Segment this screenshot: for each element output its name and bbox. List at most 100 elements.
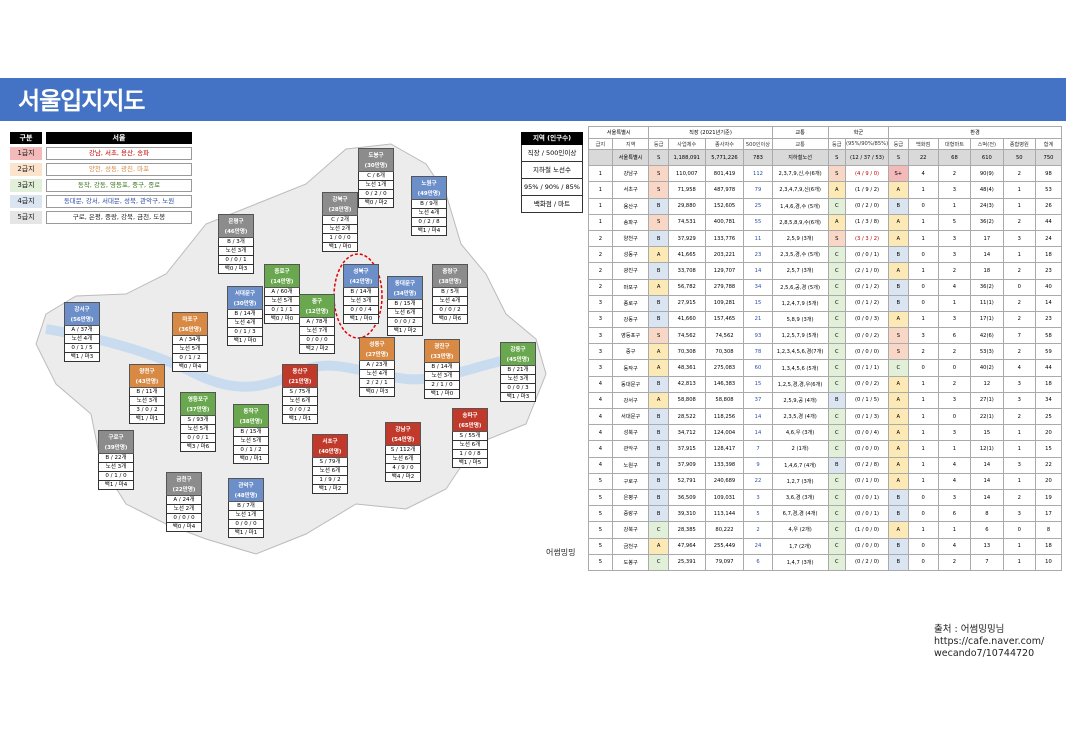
- table-cell: 18: [1034, 537, 1063, 555]
- district-stat: 노선 6개: [385, 455, 421, 464]
- district-stat: 0 / 1 / 2: [233, 446, 269, 455]
- table-cell: 20: [1034, 424, 1063, 442]
- table-cell: 24: [1034, 229, 1063, 248]
- table-cell: 110,007: [667, 165, 706, 183]
- table-cell: S: [827, 165, 846, 183]
- table-cell: 4: [937, 472, 972, 490]
- table-row: 5 도봉구 C 25,391 79,097 6 1,4,7 (3개) C (0 / 2 / 0)…: [588, 553, 1063, 571]
- column-header: (95%/90%/85%): [844, 138, 890, 150]
- district-label: 송파구: [462, 413, 478, 419]
- legend-key: 1급지: [10, 147, 42, 160]
- table-cell: 109,031: [704, 488, 745, 507]
- district-population: (40만명): [318, 449, 342, 455]
- district-box: 금천구 (22만명) A / 24개 노선 2개 0 / 0 / 0 백0 / 마4: [166, 472, 202, 532]
- table-row: 5 강북구 C 28,385 80,222 2 4,우 (2개) C (1 / 0 / 0) A 1…: [588, 521, 1063, 539]
- table-body: 서울특별시 S 1,188,091 5,771,226 783 지하철노선 S (12 / 3…: [588, 148, 1063, 571]
- table-cell: 783: [743, 148, 773, 167]
- table-cell: 0: [907, 294, 939, 312]
- table-cell: A: [888, 213, 909, 231]
- table-cell: S: [648, 213, 669, 231]
- table-cell: A: [888, 521, 909, 539]
- table-cell: 98: [1034, 165, 1063, 183]
- table-cell: C: [827, 472, 846, 490]
- table-cell: 5: [588, 488, 613, 507]
- district-label: 은평구: [228, 219, 244, 225]
- district-box: 용산구 (21만명) S / 75개 노선 6개 0 / 0 / 2 백1 / 마1: [282, 364, 318, 424]
- district-label: 동작구: [243, 409, 259, 415]
- table-cell: 37: [743, 391, 773, 410]
- table-cell: 마포구: [611, 278, 650, 296]
- district-stat: 0 / 0 / 1: [218, 256, 254, 265]
- district-box: 종로구 (14만명) A / 60개 노선 5개 0 / 1 / 1 백0 / 마0: [264, 264, 300, 324]
- table-cell: B: [888, 294, 909, 312]
- table-cell: 2: [937, 165, 972, 183]
- district-stat: 노선 6개: [452, 441, 488, 450]
- district-population: (14만명): [270, 279, 294, 285]
- district-stat: 0 / 0 / 0: [228, 520, 264, 529]
- district-population: (36만명): [178, 327, 202, 333]
- table-cell: 1: [1002, 246, 1036, 264]
- table-cell: 성북구: [611, 424, 650, 442]
- district-stat: B / 5개: [432, 288, 468, 297]
- table-cell: C: [648, 521, 669, 539]
- seoul-map-panel: 구분 서울 1급지 강남, 서초, 용산, 송파 2급지 양천, 성동, 광진,…: [6, 124, 583, 564]
- table-cell: 18: [970, 262, 1004, 280]
- table-cell: 58,808: [704, 391, 745, 410]
- table-cell: 송파구: [611, 213, 650, 231]
- table-cell: 113,144: [704, 505, 745, 523]
- legend-row: 2급지 양천, 성동, 광진, 마포: [10, 163, 192, 176]
- table-cell: C: [827, 310, 846, 329]
- table-cell: 14: [970, 246, 1004, 264]
- table-cell: A: [888, 456, 909, 474]
- table-cell: 24(3): [970, 197, 1004, 215]
- district-name: 영등포구 (37만명): [180, 392, 216, 416]
- column-header: 교통: [771, 138, 829, 150]
- table-cell: 1: [907, 310, 939, 329]
- table-cell: 2: [588, 278, 613, 296]
- table-cell: 2: [907, 343, 939, 361]
- table-cell: 1,2,4,7,9 (5개): [771, 294, 829, 312]
- table-cell: 4: [588, 456, 613, 474]
- table-cell: B: [648, 310, 669, 329]
- table-row: 1 송파구 S 74,531 400,781 55 2,8,5,8,9,수(6개) A (1 /…: [588, 213, 1063, 231]
- district-stat: S / 112개: [385, 446, 421, 455]
- table-cell: 118,256: [704, 407, 745, 426]
- table-cell: 0: [937, 359, 972, 377]
- table-cell: 400,781: [704, 213, 745, 231]
- table-cell: 3: [937, 310, 972, 329]
- table-cell: (0 / 0 / 2): [844, 375, 890, 393]
- table-cell: 2,3,5,경,수 (5개): [771, 246, 829, 264]
- table-cell: 22: [907, 148, 939, 167]
- table-cell: B: [648, 424, 669, 442]
- table-cell: 1: [907, 472, 939, 490]
- district-stat: 노선 5개: [180, 425, 216, 434]
- table-cell: 255,449: [704, 537, 745, 555]
- table-cell: B: [888, 246, 909, 264]
- table-cell: 25: [1034, 407, 1063, 426]
- table-cell: 3: [588, 310, 613, 329]
- table-cell: 13: [970, 537, 1004, 555]
- district-stat: 노선 4개: [359, 370, 395, 379]
- table-cell: (1 / 3 / 8): [844, 213, 890, 231]
- table-row: 서울특별시 S 1,188,091 5,771,226 783 지하철노선 S (12 / 3…: [588, 148, 1063, 167]
- district-stat: 노선 3개: [500, 375, 536, 384]
- table-cell: B: [888, 197, 909, 215]
- table-cell: S: [648, 148, 669, 167]
- district-stat: 노선 3개: [424, 372, 460, 381]
- credit-line: https://cafe.naver.com/: [934, 636, 1045, 647]
- table-cell: (0 / 0 / 1): [844, 488, 890, 507]
- table-cell: (12 / 37 / 53): [844, 148, 890, 167]
- table-cell: 2: [1002, 213, 1036, 231]
- table-cell: 29,880: [667, 197, 706, 215]
- table-cell: 5,771,226: [704, 148, 745, 167]
- column-header: 사업체수: [667, 138, 706, 150]
- district-population: (30만명): [233, 301, 257, 307]
- table-cell: 44: [1034, 213, 1063, 231]
- table-cell: 7: [743, 440, 773, 458]
- table-cell: 25: [743, 197, 773, 215]
- district-stat: 백4 / 마2: [385, 473, 421, 482]
- table-cell: 18: [1034, 246, 1063, 264]
- district-box: 구로구 (39만명) B / 22개 노선 3개 0 / 1 / 0 백1 / 마4: [98, 430, 134, 490]
- table-sub-header: 급지 지역 등급 사업체수 종사자수 500인이상 교통 등급 (95%/90%/85%) 등급 백…: [588, 138, 1063, 150]
- table-cell: 59: [1034, 343, 1063, 361]
